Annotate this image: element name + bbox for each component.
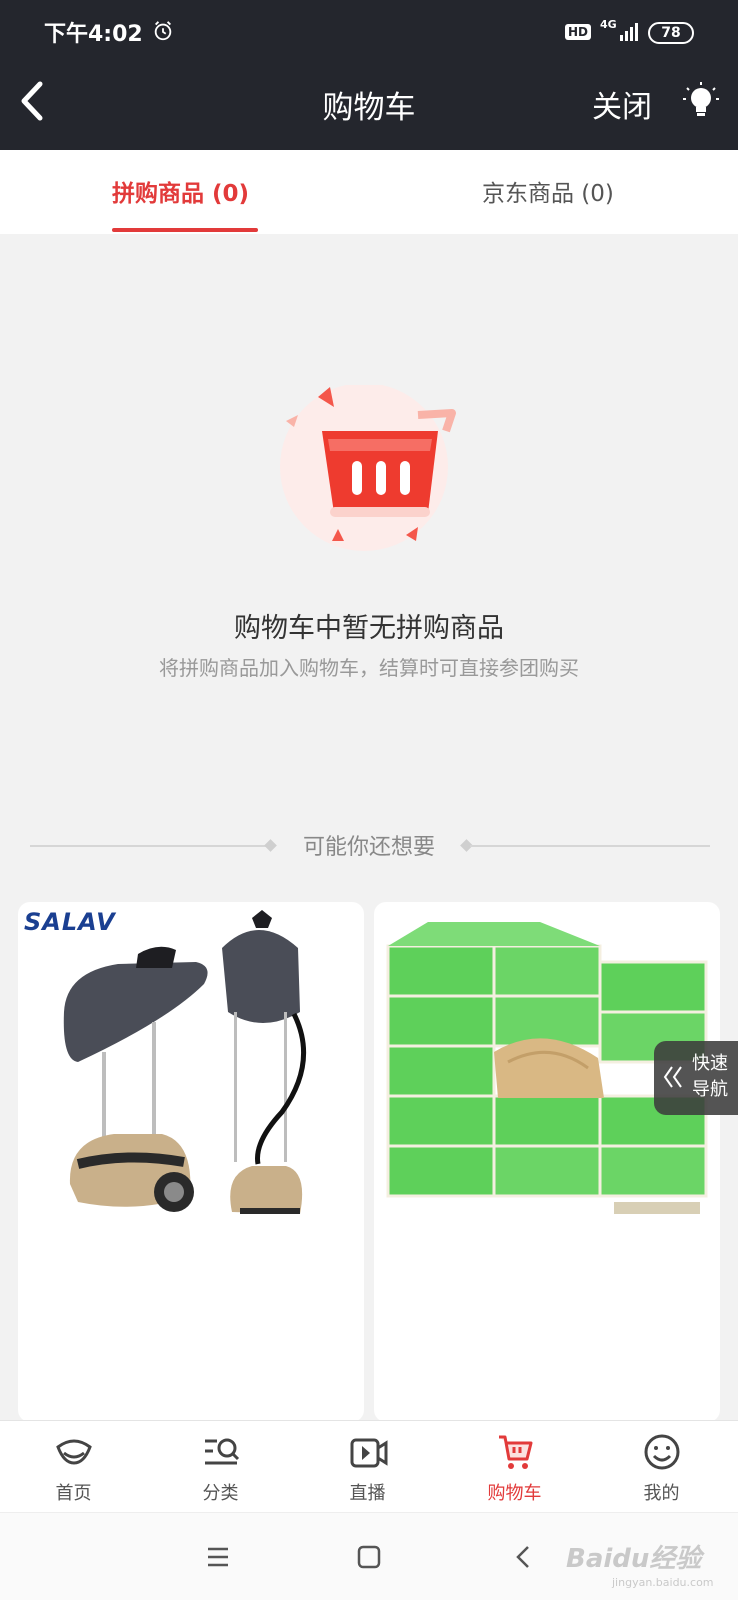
signal-icon xyxy=(620,23,638,41)
tab-profile[interactable]: 我的 xyxy=(588,1421,735,1513)
tab-live-label: 直播 xyxy=(349,1483,386,1504)
bottom-tab-bar: 首页 分类 直播 购物车 我的 xyxy=(0,1420,738,1512)
tab-profile-label: 我的 xyxy=(643,1483,680,1504)
tab-jd[interactable]: 京东商品 (0) xyxy=(482,174,614,208)
menu-icon[interactable] xyxy=(204,1543,232,1571)
tab-home[interactable]: 首页 xyxy=(0,1421,147,1513)
tab-cart[interactable]: 购物车 xyxy=(441,1421,588,1513)
watermark-url: jingyan.baidu.com xyxy=(612,1576,714,1589)
divider-right xyxy=(470,845,710,847)
tab-category-label: 分类 xyxy=(202,1483,239,1504)
cart-tabs: 拼购商品 (0) 京东商品 (0) xyxy=(0,150,738,234)
hd-badge: HD xyxy=(565,24,592,40)
tab-live[interactable]: 直播 xyxy=(294,1421,441,1513)
home-icon xyxy=(56,1439,92,1465)
empty-state-title: 购物车中暂无拼购商品 xyxy=(234,613,504,644)
product-card[interactable] xyxy=(374,902,720,1422)
product-card[interactable]: SALAV xyxy=(18,902,364,1422)
lightbulb-icon[interactable] xyxy=(680,80,722,122)
tab-pingou[interactable]: 拼购商品 (0) xyxy=(112,174,249,208)
tab-category[interactable]: 分类 xyxy=(147,1421,294,1513)
double-chevron-left-icon xyxy=(663,1066,682,1088)
category-icon xyxy=(205,1438,240,1465)
empty-cart-icon xyxy=(280,385,456,551)
status-time: 下午4:02 xyxy=(44,22,143,47)
header: 购物车 关闭 xyxy=(0,56,738,150)
tab-home-label: 首页 xyxy=(55,1483,92,1504)
alarm-icon xyxy=(154,21,172,41)
garment-steamer-image xyxy=(63,910,307,1214)
profile-icon xyxy=(644,1434,680,1470)
battery-indicator: 78 xyxy=(648,22,694,44)
live-icon xyxy=(350,1438,388,1468)
status-bar: 下午4:02 HD 4G 78 xyxy=(0,0,738,56)
empty-state-subtitle: 将拼购商品加入购物车，结算时可直接参团购买 xyxy=(159,656,579,680)
home-button-icon[interactable] xyxy=(355,1543,383,1571)
close-button[interactable]: 关闭 xyxy=(592,82,652,126)
tab-cart-label: 购物车 xyxy=(487,1483,542,1504)
cart-icon xyxy=(499,1435,533,1469)
quick-nav-label: 快速导航 xyxy=(692,1053,728,1100)
watermark-logo: Baidu经验 xyxy=(566,1544,702,1574)
quick-nav-button[interactable]: 快速导航 xyxy=(654,1041,738,1115)
active-tab-indicator xyxy=(112,228,258,232)
back-nav-icon[interactable] xyxy=(510,1543,538,1571)
